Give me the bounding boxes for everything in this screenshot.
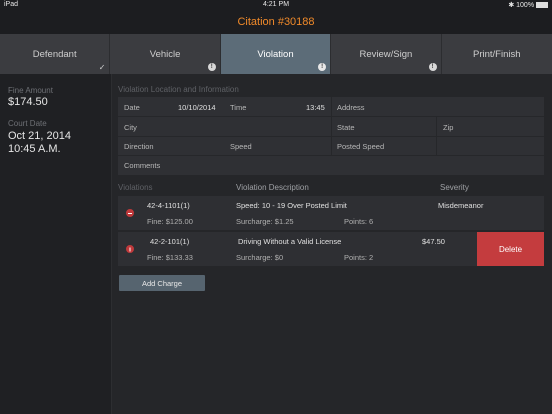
location-section-title: Violation Location and Information <box>118 85 239 94</box>
violation-surcharge: Surcharge: $1.25 <box>236 217 294 226</box>
remove-icon[interactable] <box>126 209 134 217</box>
tab-label: Review/Sign <box>359 48 413 60</box>
direction-field[interactable]: Direction <box>124 142 154 151</box>
violation-amount: $47.50 <box>422 237 445 246</box>
zip-field[interactable]: Zip <box>443 123 453 132</box>
delete-button[interactable]: Delete <box>477 232 544 266</box>
posted-speed-field[interactable]: Posted Speed <box>337 142 384 151</box>
violation-points: Points: 6 <box>344 217 374 226</box>
column-header-severity: Severity <box>440 183 469 192</box>
location-form: Date 10/10/2014 Time 13:45 Address City … <box>118 97 544 175</box>
tab-vehicle[interactable]: Vehicle ! <box>110 34 221 74</box>
alert-icon: ! <box>318 63 327 71</box>
summary-panel: Fine Amount $174.50 Court Date Oct 21, 2… <box>0 74 112 414</box>
tab-label: Print/Finish <box>473 48 521 60</box>
tab-defendant[interactable]: Defendant ✓ <box>0 34 111 74</box>
violation-description: Speed: 10 - 19 Over Posted Limit <box>236 201 347 210</box>
violation-description: Driving Without a Valid License <box>238 237 342 246</box>
date-field[interactable]: 10/10/2014 <box>178 103 216 112</box>
title-bar: Citation #30188 <box>0 12 552 34</box>
alert-icon: ! <box>428 63 437 71</box>
court-time-value: 10:45 A.M. <box>8 143 61 155</box>
court-date-value: Oct 21, 2014 <box>8 130 71 142</box>
violation-code: 42-2-101(1) <box>150 237 190 246</box>
add-charge-button[interactable]: Add Charge <box>119 275 205 291</box>
checkmark-icon: ✓ <box>98 63 106 72</box>
tab-review-sign[interactable]: Review/Sign ! <box>331 34 442 74</box>
tab-bar: Defendant ✓ Vehicle ! Violation ! Review… <box>0 34 552 74</box>
status-bar: iPad 4:21 PM ✱ 100% <box>0 0 552 12</box>
state-field[interactable]: State <box>337 123 355 132</box>
violation-fine: Fine: $125.00 <box>147 217 193 226</box>
battery-icon <box>536 2 548 9</box>
alert-icon: ! <box>207 63 216 71</box>
violation-code: 42-4-1101(1) <box>147 201 190 210</box>
time-label: Time <box>230 103 247 112</box>
remove-icon[interactable] <box>126 245 134 253</box>
address-field[interactable]: Address <box>337 103 365 112</box>
violation-surcharge: Surcharge: $0 <box>236 253 284 262</box>
violation-points: Points: 2 <box>344 253 374 262</box>
page-title: Citation #30188 <box>237 16 315 28</box>
status-time: 4:21 PM <box>262 1 290 8</box>
time-field[interactable]: 13:45 <box>306 103 325 112</box>
date-label: Date <box>124 103 140 112</box>
tab-label: Defendant <box>32 48 77 60</box>
battery-percent: 100% <box>516 2 535 9</box>
fine-amount-label: Fine Amount <box>8 86 53 95</box>
violation-fine: Fine: $133.33 <box>147 253 193 262</box>
bluetooth-icon: ✱ <box>508 2 515 9</box>
tab-label: Violation <box>257 48 294 60</box>
speed-field[interactable]: Speed <box>230 142 252 151</box>
city-field[interactable]: City <box>124 123 137 132</box>
fine-amount-value: $174.50 <box>8 96 48 108</box>
court-date-label: Court Date <box>8 119 47 128</box>
tab-violation[interactable]: Violation ! <box>220 34 332 74</box>
column-header-description: Violation Description <box>236 183 309 192</box>
comments-field[interactable]: Comments <box>124 161 160 170</box>
tab-print-finish[interactable]: Print/Finish <box>441 34 552 74</box>
violations-section-title: Violations <box>118 183 153 192</box>
tab-label: Vehicle <box>149 48 181 60</box>
battery-indicator: ✱ 100% <box>508 1 548 9</box>
violation-row[interactable]: 42-4-1101(1) Speed: 10 - 19 Over Posted … <box>118 196 544 230</box>
violation-severity: Misdemeanor <box>438 201 484 210</box>
